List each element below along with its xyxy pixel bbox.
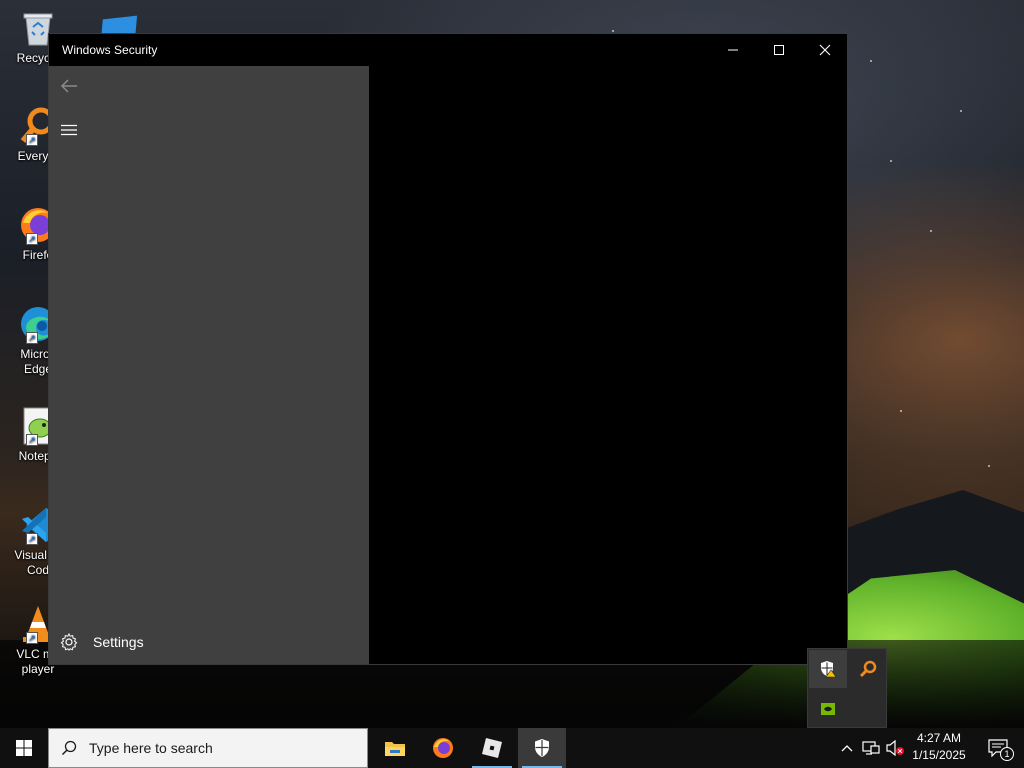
hamburger-menu-button[interactable] bbox=[49, 110, 89, 150]
settings-nav-item[interactable]: Settings bbox=[49, 622, 369, 662]
tray-security-button[interactable] bbox=[809, 650, 847, 688]
firefox-icon bbox=[433, 738, 453, 758]
maximize-icon bbox=[774, 45, 784, 55]
taskbar-search-box[interactable]: Type here to search bbox=[48, 728, 368, 768]
tray-volume[interactable] bbox=[884, 728, 906, 768]
taskbar-windows-security[interactable] bbox=[518, 728, 566, 768]
arrow-left-icon bbox=[60, 79, 77, 93]
security-shield-warning-icon bbox=[821, 661, 837, 678]
close-icon bbox=[819, 44, 831, 56]
minimize-button[interactable] bbox=[710, 34, 756, 66]
clock-time: 4:27 AM bbox=[916, 731, 962, 745]
hamburger-icon bbox=[61, 124, 77, 136]
action-center-button[interactable]: 1 bbox=[978, 728, 1018, 768]
shield-icon bbox=[535, 739, 549, 757]
maximize-button[interactable] bbox=[756, 34, 802, 66]
system-clock[interactable]: 4:27 AM 1/15/2025 bbox=[906, 730, 972, 764]
taskbar: Type here to search 4:27 AM 1/15/2025 1 bbox=[0, 728, 1024, 768]
window-title: Windows Security bbox=[62, 43, 158, 57]
taskbar-firefox[interactable] bbox=[419, 728, 467, 768]
chevron-up-icon bbox=[841, 745, 853, 752]
roblox-icon bbox=[482, 738, 502, 758]
notification-count-badge: 1 bbox=[1000, 747, 1014, 761]
start-button[interactable] bbox=[0, 728, 48, 768]
settings-label: Settings bbox=[93, 634, 144, 650]
shortcut-arrow-icon: ↗ bbox=[26, 332, 38, 344]
shortcut-arrow-icon: ↗ bbox=[26, 434, 38, 446]
shortcut-arrow-icon: ↗ bbox=[26, 233, 38, 245]
title-bar[interactable]: Windows Security bbox=[49, 34, 847, 66]
back-button[interactable] bbox=[49, 66, 89, 106]
folder-icon bbox=[385, 742, 405, 756]
tray-overflow-flyout bbox=[807, 648, 887, 728]
tray-network[interactable] bbox=[860, 728, 882, 768]
minimize-icon bbox=[728, 49, 738, 51]
search-icon bbox=[49, 740, 89, 756]
content-area bbox=[369, 66, 847, 664]
windows-logo-icon bbox=[16, 740, 32, 756]
shortcut-arrow-icon: ↗ bbox=[26, 632, 38, 644]
shortcut-arrow-icon: ↗ bbox=[26, 134, 38, 146]
shortcut-arrow-icon: ↗ bbox=[26, 533, 38, 545]
nvidia-icon bbox=[821, 703, 835, 715]
navigation-pane: Settings bbox=[49, 66, 369, 664]
taskbar-file-explorer[interactable] bbox=[371, 728, 419, 768]
gear-icon bbox=[47, 633, 91, 651]
tray-show-hidden-icons[interactable] bbox=[838, 728, 856, 768]
search-placeholder: Type here to search bbox=[89, 740, 213, 756]
search-magnifier-icon bbox=[859, 660, 877, 678]
taskbar-roblox[interactable] bbox=[468, 728, 516, 768]
tray-nvidia-button[interactable] bbox=[809, 690, 847, 728]
volume-muted-icon bbox=[886, 740, 904, 756]
tray-everything-button[interactable] bbox=[849, 650, 887, 688]
clock-date: 1/15/2025 bbox=[912, 748, 966, 762]
windows-security-window: Windows Security Settings bbox=[48, 33, 848, 665]
network-icon bbox=[862, 741, 880, 755]
close-button[interactable] bbox=[802, 34, 848, 66]
